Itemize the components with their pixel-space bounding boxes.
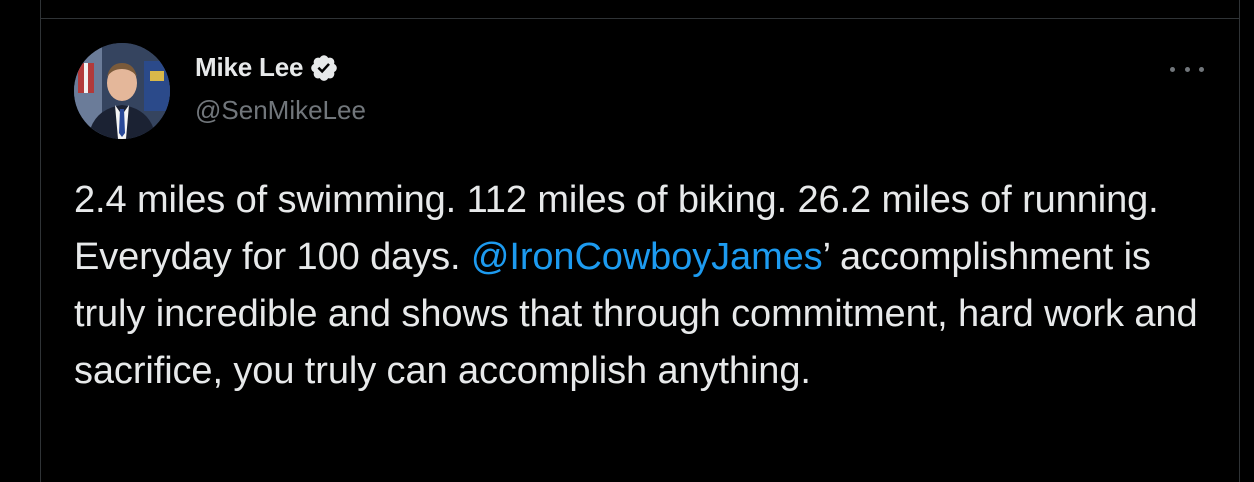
profile-photo-avatar <box>74 43 170 139</box>
more-horizontal-icon <box>1199 66 1204 72</box>
author-avatar[interactable] <box>74 43 170 139</box>
more-horizontal-icon <box>1170 66 1175 72</box>
author-handle[interactable]: @SenMikeLee <box>195 95 366 126</box>
tweet-text: 2.4 miles of swimming. 112 miles of biki… <box>74 172 1204 400</box>
mention-link[interactable]: @IronCowboyJames <box>471 236 823 278</box>
more-options-button[interactable] <box>1170 54 1204 84</box>
previous-tweet-border <box>40 0 1240 18</box>
author-display-name[interactable]: Mike Lee <box>195 52 303 83</box>
author-name-row: Mike Lee <box>195 52 339 83</box>
more-horizontal-icon <box>1184 66 1190 72</box>
verified-badge-icon <box>309 53 339 83</box>
